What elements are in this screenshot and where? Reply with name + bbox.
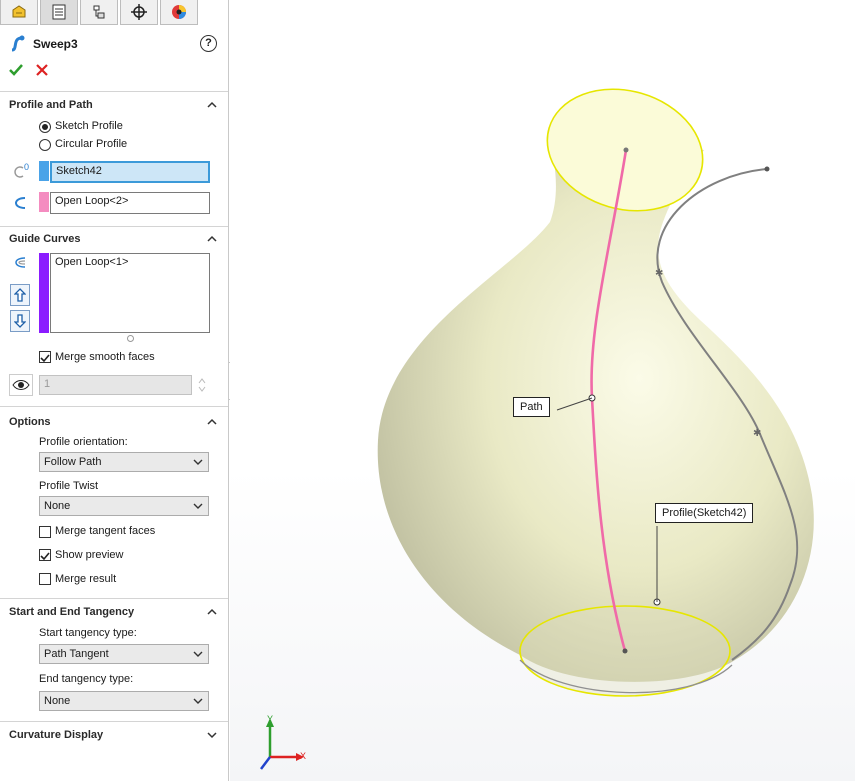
chevron-down-icon bbox=[193, 698, 203, 704]
svg-text:✱: ✱ bbox=[753, 428, 761, 439]
configuration-manager-icon bbox=[93, 5, 105, 19]
start-tangency-value: Path Tangent bbox=[44, 648, 109, 660]
tab-configuration-manager[interactable] bbox=[80, 0, 118, 25]
divider bbox=[0, 91, 228, 92]
spin-arrows-icon[interactable] bbox=[196, 376, 208, 394]
merge-result-checkbox[interactable] bbox=[39, 573, 51, 585]
chevron-up-icon[interactable] bbox=[206, 233, 218, 245]
guide-curves-list[interactable]: Open Loop<1> bbox=[50, 253, 210, 333]
sweep-preview-model: ✱ ✱ bbox=[260, 88, 814, 770]
path-icon bbox=[15, 197, 26, 209]
sketch-profile-radio[interactable] bbox=[39, 121, 51, 133]
sketch-profile-label: Sketch Profile bbox=[55, 120, 123, 132]
crosshair-icon bbox=[131, 4, 147, 20]
eye-icon bbox=[12, 380, 30, 390]
ok-checkmark-icon[interactable] bbox=[8, 62, 24, 78]
list-item[interactable]: Open Loop<1> bbox=[55, 256, 205, 268]
triad-x-label: X bbox=[300, 751, 307, 761]
arrow-down-icon bbox=[14, 314, 26, 328]
profile-orientation-select[interactable]: Follow Path bbox=[39, 452, 209, 472]
show-preview-checkbox[interactable] bbox=[39, 549, 51, 561]
check-icon bbox=[40, 552, 50, 561]
manager-tabs bbox=[0, 0, 229, 26]
section-curvature-display[interactable]: Curvature Display bbox=[9, 729, 103, 741]
profile-twist-select[interactable]: None bbox=[39, 496, 209, 516]
divider bbox=[0, 406, 228, 407]
section-profile-and-path[interactable]: Profile and Path bbox=[9, 99, 93, 111]
profile-icon: 0 bbox=[14, 162, 29, 178]
divider bbox=[0, 226, 228, 227]
circular-profile-radio[interactable] bbox=[39, 139, 51, 151]
chevron-up-icon[interactable] bbox=[206, 99, 218, 111]
profile-twist-label: Profile Twist bbox=[39, 480, 99, 492]
property-manager-panel: Sweep3 ? Profile and Path Sketch Profile… bbox=[0, 0, 229, 781]
start-tangency-label: Start tangency type: bbox=[39, 627, 137, 639]
cancel-x-icon[interactable] bbox=[35, 63, 49, 77]
chevron-up-icon[interactable] bbox=[206, 416, 218, 428]
merge-tangent-faces-checkbox[interactable] bbox=[39, 526, 51, 538]
chevron-up-icon[interactable] bbox=[206, 606, 218, 618]
graphics-viewport[interactable]: ✱ ✱ Path Profile(Sketch42) Y X bbox=[230, 0, 855, 781]
move-down-button[interactable] bbox=[10, 310, 30, 332]
profile-callout[interactable]: Profile(Sketch42) bbox=[655, 503, 754, 523]
profile-orientation-label: Profile orientation: bbox=[39, 436, 128, 448]
display-manager-icon bbox=[172, 5, 186, 19]
feature-title: Sweep3 bbox=[33, 37, 78, 51]
chevron-down-icon bbox=[193, 459, 203, 465]
resize-grip-icon[interactable] bbox=[127, 335, 134, 342]
end-tangency-label: End tangency type: bbox=[39, 673, 134, 685]
end-tangency-select[interactable]: None bbox=[39, 691, 209, 711]
section-number-input[interactable]: 1 bbox=[39, 375, 192, 395]
profile-twist-value: None bbox=[44, 500, 71, 512]
feature-manager-icon bbox=[12, 5, 26, 18]
path-selection-field[interactable]: Open Loop<2> bbox=[50, 192, 210, 214]
section-guide-curves[interactable]: Guide Curves bbox=[9, 233, 81, 245]
tab-feature-manager[interactable] bbox=[0, 0, 38, 25]
section-start-end-tangency[interactable]: Start and End Tangency bbox=[9, 606, 134, 618]
circular-profile-label: Circular Profile bbox=[55, 138, 128, 150]
divider bbox=[0, 598, 228, 599]
path-callout[interactable]: Path bbox=[513, 397, 550, 417]
sweep-icon bbox=[11, 35, 25, 52]
move-up-button[interactable] bbox=[10, 284, 30, 306]
svg-text:✱: ✱ bbox=[655, 268, 663, 279]
arrow-up-icon bbox=[14, 288, 26, 302]
chevron-down-icon[interactable] bbox=[206, 729, 218, 741]
tab-dimxpert-manager[interactable] bbox=[120, 0, 158, 25]
triad-y-label: Y bbox=[267, 714, 274, 724]
show-preview-label: Show preview bbox=[55, 549, 124, 561]
guide-curve-icon bbox=[15, 257, 26, 268]
help-icon[interactable]: ? bbox=[200, 35, 217, 52]
profile-color-swatch bbox=[39, 161, 49, 181]
check-icon bbox=[40, 354, 50, 363]
tab-display-manager[interactable] bbox=[160, 0, 198, 25]
svg-text:0: 0 bbox=[24, 162, 29, 172]
path-color-swatch bbox=[39, 192, 49, 212]
start-tangency-select[interactable]: Path Tangent bbox=[39, 644, 209, 664]
merge-tangent-faces-label: Merge tangent faces bbox=[55, 525, 156, 537]
merge-smooth-faces-label: Merge smooth faces bbox=[55, 351, 155, 363]
profile-orientation-value: Follow Path bbox=[44, 456, 102, 468]
show-sections-button[interactable] bbox=[9, 374, 33, 396]
merge-smooth-faces-checkbox[interactable] bbox=[39, 351, 51, 363]
tab-property-manager[interactable] bbox=[40, 0, 78, 25]
end-tangency-value: None bbox=[44, 695, 71, 707]
divider bbox=[0, 721, 228, 722]
property-manager-icon bbox=[52, 4, 66, 20]
profile-selection-field[interactable]: Sketch42 bbox=[50, 161, 210, 183]
merge-result-label: Merge result bbox=[55, 573, 117, 585]
section-options[interactable]: Options bbox=[9, 416, 51, 428]
guide-color-swatch bbox=[39, 253, 49, 333]
chevron-down-icon bbox=[193, 651, 203, 657]
chevron-down-icon bbox=[193, 503, 203, 509]
